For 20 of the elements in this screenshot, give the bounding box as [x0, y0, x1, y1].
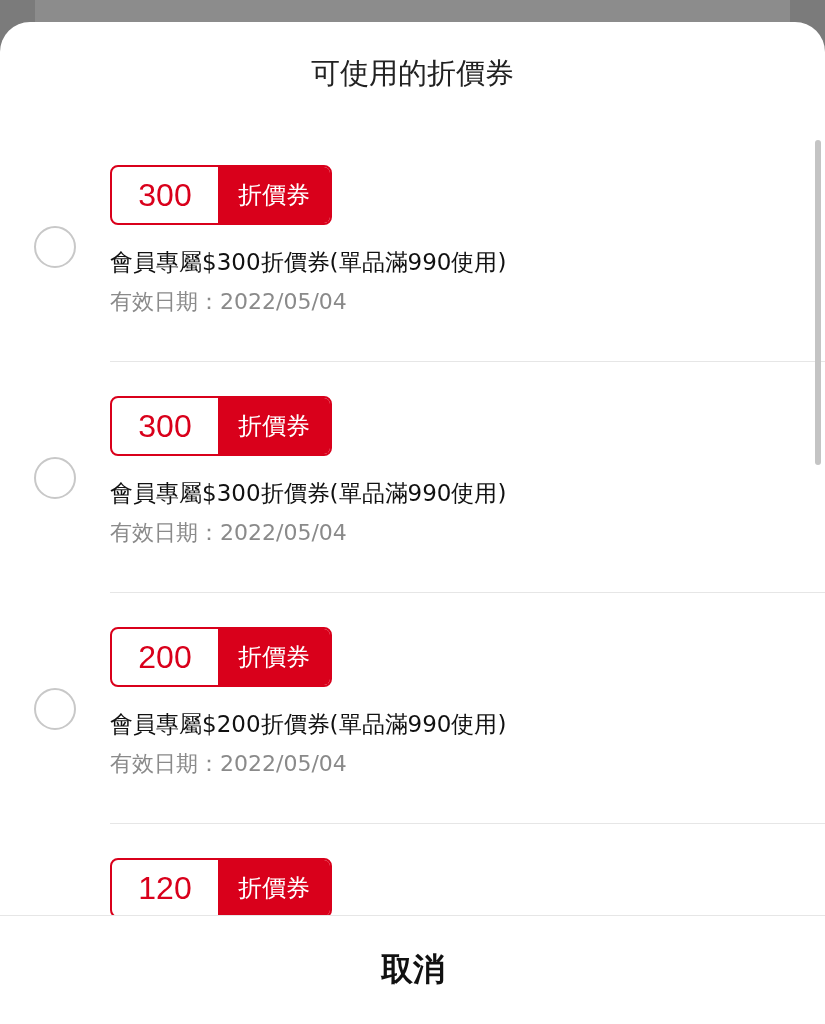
cancel-button[interactable]: 取消 — [340, 938, 485, 1002]
radio-button[interactable] — [34, 687, 76, 730]
coupon-amount: 300 — [137, 175, 193, 215]
scrollbar[interactable] — [815, 140, 821, 465]
expiry-date: 有效日期：2022/05/04 — [110, 288, 348, 316]
sheet-title: 可使用的折價券 — [311, 55, 514, 92]
expiry-date: 有效日期：2022/05/04 — [110, 750, 348, 778]
radio-button[interactable] — [34, 456, 76, 499]
coupon-name: 會員專屬$300折價券(單品滿990使用) — [110, 479, 508, 508]
coupon-label: 折價券 — [218, 167, 330, 223]
coupon-amount: 120 — [137, 868, 193, 908]
coupon-amount: 200 — [137, 637, 193, 677]
expiry-date: 有效日期：2022/05/04 — [110, 519, 348, 547]
coupon-label: 折價券 — [218, 860, 330, 915]
coupon-label: 折價券 — [218, 629, 330, 685]
coupon-label: 折價券 — [218, 398, 330, 454]
coupon-name: 會員專屬$200折價券(單品滿990使用) — [110, 710, 508, 739]
coupon-name: 會員專屬$300折價券(單品滿990使用) — [110, 248, 508, 277]
radio-button[interactable] — [34, 225, 76, 268]
coupon-amount: 300 — [137, 406, 193, 446]
